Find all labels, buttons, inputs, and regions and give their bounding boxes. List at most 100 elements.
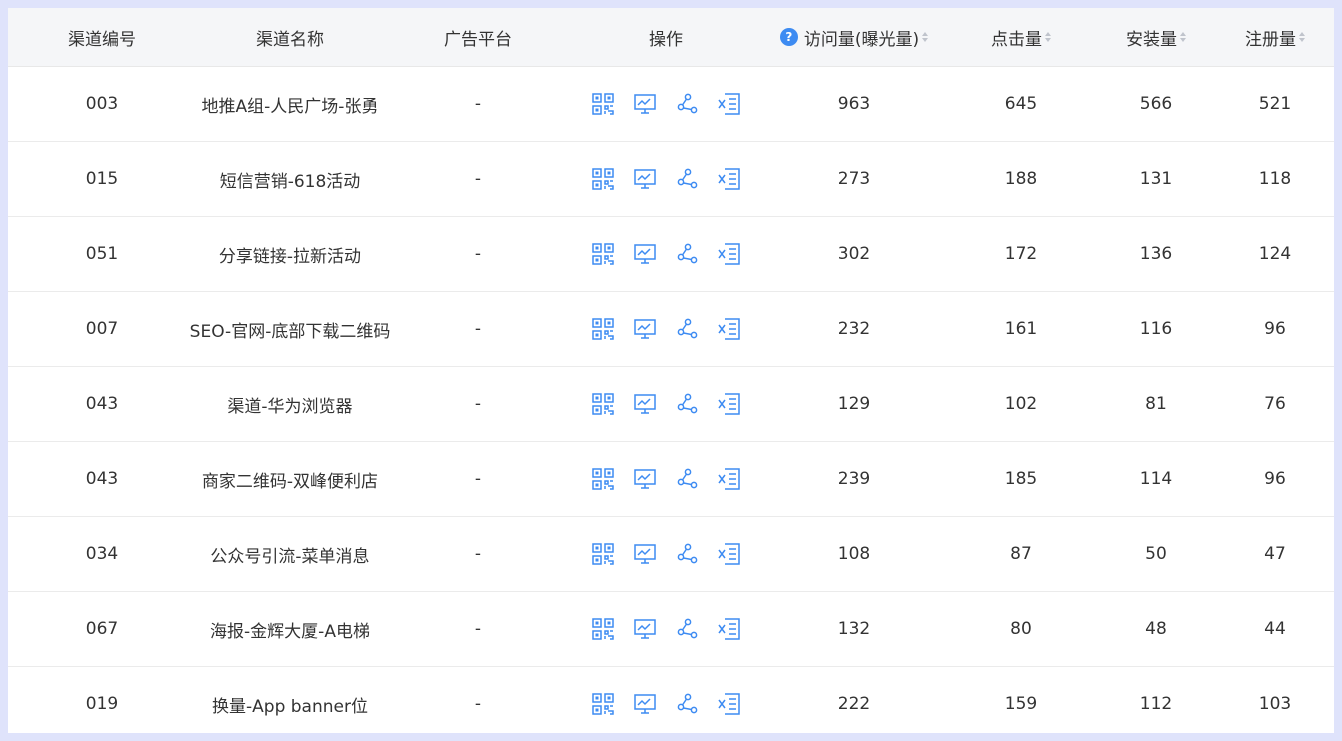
chart-icon[interactable] bbox=[633, 467, 657, 491]
visits-value: 108 bbox=[837, 544, 871, 564]
ad-platform: - bbox=[474, 694, 482, 714]
share-icon[interactable] bbox=[675, 467, 699, 491]
ad-platform: - bbox=[474, 469, 482, 489]
registrations-value: 47 bbox=[1264, 544, 1286, 564]
chart-icon[interactable] bbox=[633, 617, 657, 641]
chart-icon[interactable] bbox=[633, 317, 657, 341]
visits-value: 273 bbox=[837, 169, 871, 189]
table-row: 003 地推A组-人民广场-张勇 - 963 645 566 521 bbox=[8, 67, 1334, 142]
visits-value: 222 bbox=[837, 694, 871, 714]
channel-id: 003 bbox=[85, 94, 119, 114]
registrations-value: 521 bbox=[1258, 94, 1292, 114]
channel-id: 043 bbox=[85, 394, 119, 414]
chart-icon[interactable] bbox=[633, 167, 657, 191]
visits-value: 302 bbox=[837, 244, 871, 264]
share-icon[interactable] bbox=[675, 617, 699, 641]
channel-name: 公众号引流-菜单消息 bbox=[210, 546, 370, 567]
ad-platform: - bbox=[474, 619, 482, 639]
registrations-value: 96 bbox=[1264, 469, 1286, 489]
excel-icon[interactable] bbox=[717, 167, 741, 191]
table-row: 007 SEO-官网-底部下载二维码 - 232 161 116 96 bbox=[8, 292, 1334, 367]
excel-icon[interactable] bbox=[717, 317, 741, 341]
share-icon[interactable] bbox=[675, 392, 699, 416]
registrations-value: 76 bbox=[1264, 394, 1286, 414]
registrations-value: 96 bbox=[1264, 319, 1286, 339]
qrcode-icon[interactable] bbox=[591, 317, 615, 341]
channel-table: 渠道编号 渠道名称 广告平台 操作 ? 访问量(曝光量) 点击量 安装量 注册量… bbox=[8, 8, 1334, 733]
registrations-value: 44 bbox=[1264, 619, 1286, 639]
operations bbox=[572, 217, 760, 291]
table-row: 019 换量-App banner位 - 222 159 112 103 bbox=[8, 667, 1334, 733]
table-row: 051 分享链接-拉新活动 - 302 172 136 124 bbox=[8, 217, 1334, 292]
qrcode-icon[interactable] bbox=[591, 167, 615, 191]
visits-value: 132 bbox=[837, 619, 871, 639]
excel-icon[interactable] bbox=[717, 392, 741, 416]
registrations-value: 103 bbox=[1258, 694, 1292, 714]
channel-id: 007 bbox=[85, 319, 119, 339]
excel-icon[interactable] bbox=[717, 467, 741, 491]
header-installs-label: 安装量 bbox=[1126, 29, 1177, 50]
excel-icon[interactable] bbox=[717, 242, 741, 266]
share-icon[interactable] bbox=[675, 692, 699, 716]
excel-icon[interactable] bbox=[717, 617, 741, 641]
table-body: 003 地推A组-人民广场-张勇 - 963 645 566 521 015 短… bbox=[8, 67, 1334, 733]
help-icon[interactable]: ? bbox=[779, 28, 798, 46]
table-row: 034 公众号引流-菜单消息 - 108 87 50 47 bbox=[8, 517, 1334, 592]
chart-icon[interactable] bbox=[633, 92, 657, 116]
sort-icon[interactable] bbox=[1180, 32, 1186, 42]
header-visits[interactable]: ? 访问量(曝光量) bbox=[760, 8, 948, 66]
chart-icon[interactable] bbox=[633, 542, 657, 566]
share-icon[interactable] bbox=[675, 167, 699, 191]
operations bbox=[572, 292, 760, 366]
share-icon[interactable] bbox=[675, 317, 699, 341]
table-row: 015 短信营销-618活动 - 273 188 131 118 bbox=[8, 142, 1334, 217]
channel-name: 地推A组-人民广场-张勇 bbox=[201, 96, 379, 117]
operations bbox=[572, 142, 760, 216]
ad-platform: - bbox=[474, 169, 482, 189]
header-registrations[interactable]: 注册量 bbox=[1204, 8, 1334, 66]
chart-icon[interactable] bbox=[633, 692, 657, 716]
share-icon[interactable] bbox=[675, 242, 699, 266]
chart-icon[interactable] bbox=[633, 242, 657, 266]
channel-name: 短信营销-618活动 bbox=[219, 171, 361, 192]
chart-icon[interactable] bbox=[633, 392, 657, 416]
visits-value: 129 bbox=[837, 394, 871, 414]
visits-value: 232 bbox=[837, 319, 871, 339]
qrcode-icon[interactable] bbox=[591, 542, 615, 566]
table-row: 043 商家二维码-双峰便利店 - 239 185 114 96 bbox=[8, 442, 1334, 517]
table-row: 043 渠道-华为浏览器 - 129 102 81 76 bbox=[8, 367, 1334, 442]
registrations-value: 124 bbox=[1258, 244, 1292, 264]
sort-icon[interactable] bbox=[1299, 32, 1305, 42]
ad-platform: - bbox=[474, 319, 482, 339]
header-registrations-label: 注册量 bbox=[1245, 29, 1296, 50]
sort-icon[interactable] bbox=[1045, 32, 1051, 42]
ad-platform: - bbox=[474, 244, 482, 264]
channel-id: 015 bbox=[85, 169, 119, 189]
qrcode-icon[interactable] bbox=[591, 467, 615, 491]
excel-icon[interactable] bbox=[717, 692, 741, 716]
operations bbox=[572, 367, 760, 441]
ad-platform: - bbox=[474, 544, 482, 564]
operations bbox=[572, 517, 760, 591]
operations bbox=[572, 667, 760, 733]
channel-id: 067 bbox=[85, 619, 119, 639]
qrcode-icon[interactable] bbox=[591, 92, 615, 116]
share-icon[interactable] bbox=[675, 92, 699, 116]
qrcode-icon[interactable] bbox=[591, 242, 615, 266]
channel-id: 019 bbox=[85, 694, 119, 714]
channel-name: SEO-官网-底部下载二维码 bbox=[189, 321, 391, 342]
channel-name: 商家二维码-双峰便利店 bbox=[201, 471, 379, 492]
qrcode-icon[interactable] bbox=[591, 392, 615, 416]
share-icon[interactable] bbox=[675, 542, 699, 566]
channel-id: 051 bbox=[85, 244, 119, 264]
ad-platform: - bbox=[474, 94, 482, 114]
qrcode-icon[interactable] bbox=[591, 617, 615, 641]
header-operations: 操作 bbox=[649, 29, 683, 50]
qrcode-icon[interactable] bbox=[591, 692, 615, 716]
channel-id: 034 bbox=[85, 544, 119, 564]
header-channel-id: 渠道编号 bbox=[68, 29, 136, 50]
visits-value: 239 bbox=[837, 469, 871, 489]
channel-name: 换量-App banner位 bbox=[212, 696, 368, 717]
excel-icon[interactable] bbox=[717, 92, 741, 116]
excel-icon[interactable] bbox=[717, 542, 741, 566]
